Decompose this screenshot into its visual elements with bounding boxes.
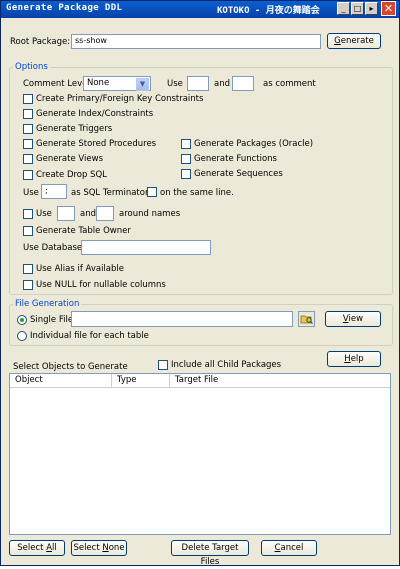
create-pk-fk-label: Create Primary/Foreign Key Constraints xyxy=(36,94,204,104)
quote-open-field[interactable] xyxy=(57,206,75,221)
comment-level-value: None xyxy=(87,78,110,88)
close-icon[interactable]: ✕ xyxy=(381,1,396,16)
same-line-label: on the same line. xyxy=(160,188,234,198)
root-package-field[interactable]: ss-show xyxy=(71,34,321,49)
select-none-label-tail: one xyxy=(108,543,125,553)
include-child-checkbox[interactable] xyxy=(158,360,168,370)
gen-stored-procs-label: Generate Stored Procedures xyxy=(36,139,157,149)
cancel-button[interactable]: Cancel xyxy=(261,540,317,556)
column-header-object[interactable]: Object xyxy=(10,374,112,388)
around-names-label: around names xyxy=(119,209,181,219)
use-alias-checkbox[interactable] xyxy=(23,264,33,274)
use-null-label: Use NULL for nullable columns xyxy=(36,280,166,290)
single-file-path-field[interactable] xyxy=(71,311,293,327)
help-button[interactable]: Help xyxy=(327,351,381,367)
select-none-button[interactable]: Select None xyxy=(71,540,127,556)
create-drop-label: Create Drop SQL xyxy=(36,170,107,180)
comment-use-label: Use xyxy=(167,79,183,89)
select-none-label-rest: Select xyxy=(73,543,103,553)
cancel-label-rest: ancel xyxy=(280,543,304,553)
quote-use-label: Use xyxy=(36,209,52,219)
select-all-label-tail: ll xyxy=(52,543,57,553)
comment-level-select[interactable]: None ▼ xyxy=(83,76,151,91)
comment-and-label: and xyxy=(214,79,230,89)
column-header-target-file[interactable]: Target File xyxy=(170,374,390,388)
gen-index-checkbox[interactable] xyxy=(23,109,33,119)
single-file-radio[interactable] xyxy=(17,315,27,325)
options-title: Options xyxy=(13,62,50,72)
same-line-checkbox[interactable] xyxy=(147,187,157,197)
generate-mnemonic: G xyxy=(334,36,341,46)
view-label-rest: iew xyxy=(348,314,364,324)
single-file-label: Single File xyxy=(30,315,74,325)
create-drop-checkbox[interactable] xyxy=(23,170,33,180)
individual-file-radio[interactable] xyxy=(17,331,27,341)
quote-and-label: and xyxy=(80,209,96,219)
comment-close-field[interactable] xyxy=(232,76,254,91)
chevron-down-icon[interactable]: ▼ xyxy=(136,78,149,91)
sql-terminator-label: as SQL Terminator xyxy=(71,188,149,198)
window-title-extra: KOTOKO - 月夜の舞踏会 xyxy=(217,6,320,16)
gen-functions-checkbox[interactable] xyxy=(181,154,191,164)
objects-table[interactable]: Object Type Target File xyxy=(9,373,391,535)
use-database-field[interactable] xyxy=(81,240,211,255)
folder-open-icon[interactable] xyxy=(298,311,315,327)
delete-target-files-button[interactable]: Delete Target Files xyxy=(171,540,249,567)
gen-views-checkbox[interactable] xyxy=(23,154,33,164)
use-alias-label: Use Alias if Available xyxy=(36,264,124,274)
maximize-icon[interactable]: □ xyxy=(351,2,364,15)
individual-file-label: Individual file for each table xyxy=(30,331,149,341)
gen-index-label: Generate Index/Constraints xyxy=(36,109,154,119)
terminator-use-label: Use xyxy=(23,188,39,198)
use-null-checkbox[interactable] xyxy=(23,280,33,290)
gen-packages-checkbox[interactable] xyxy=(181,139,191,149)
as-comment-label: as comment xyxy=(263,79,316,89)
select-all-button[interactable]: Select All xyxy=(9,540,65,556)
generate-package-ddl-window: Generate Package DDL KOTOKO - 月夜の舞踏会 _ □… xyxy=(0,0,400,567)
minimize-icon[interactable]: _ xyxy=(337,2,350,15)
gen-sequences-checkbox[interactable] xyxy=(181,169,191,179)
use-database-label: Use Database xyxy=(23,243,83,253)
root-package-label: Root Package: xyxy=(10,37,71,47)
column-header-type[interactable]: Type xyxy=(112,374,170,388)
gen-triggers-checkbox[interactable] xyxy=(23,124,33,134)
select-objects-label: Select Objects to Generate xyxy=(13,362,128,372)
gen-views-label: Generate Views xyxy=(36,154,103,164)
comment-open-field[interactable] xyxy=(187,76,209,91)
select-all-label-rest: Select xyxy=(17,543,47,553)
gen-stored-procs-checkbox[interactable] xyxy=(23,139,33,149)
file-generation-title: File Generation xyxy=(13,299,82,309)
sql-terminator-field[interactable]: ; xyxy=(41,184,67,199)
generate-button[interactable]: Generate xyxy=(327,33,381,49)
gen-table-owner-checkbox[interactable] xyxy=(23,226,33,236)
include-child-label: Include all Child Packages xyxy=(171,360,282,370)
quote-names-checkbox[interactable] xyxy=(23,209,33,219)
help-label-rest: elp xyxy=(350,354,364,364)
title-bar[interactable]: Generate Package DDL KOTOKO - 月夜の舞踏会 _ □… xyxy=(1,1,399,18)
view-button[interactable]: View xyxy=(325,311,381,327)
gen-packages-label: Generate Packages (Oracle) xyxy=(194,139,314,149)
gen-sequences-label: Generate Sequences xyxy=(194,169,283,179)
create-pk-fk-checkbox[interactable] xyxy=(23,94,33,104)
comment-level-label: Comment Level xyxy=(23,79,90,89)
gen-functions-label: Generate Functions xyxy=(194,154,277,164)
gen-table-owner-label: Generate Table Owner xyxy=(36,226,131,236)
gen-triggers-label: Generate Triggers xyxy=(36,124,113,134)
generate-label-rest: enerate xyxy=(340,36,374,46)
window-title: Generate Package DDL xyxy=(6,3,123,13)
quote-close-field[interactable] xyxy=(96,206,114,221)
restore-icon[interactable]: ▸ xyxy=(365,2,378,15)
